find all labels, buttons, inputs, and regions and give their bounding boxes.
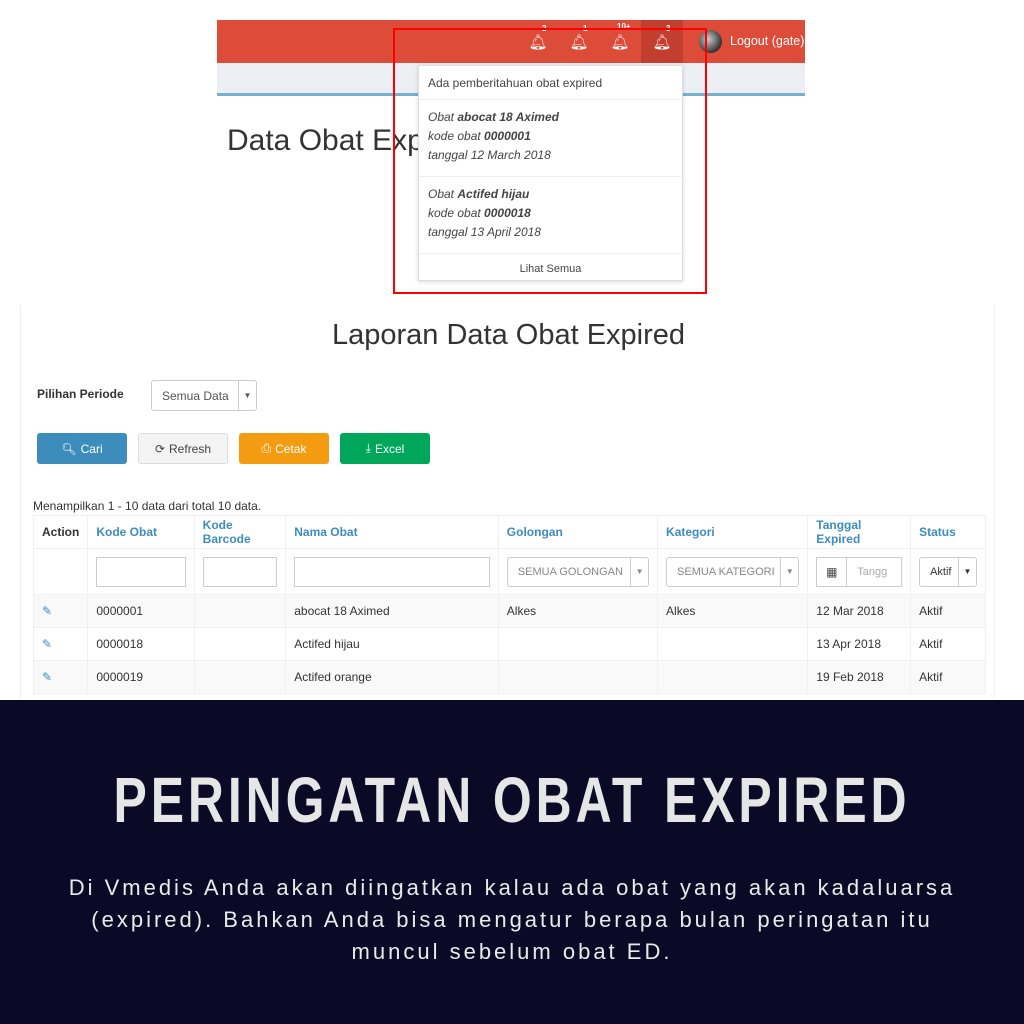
column-header[interactable]: Kategori (657, 515, 809, 549)
expired-table: Action Kode Obat Kode Barcode Nama Obat … (32, 515, 986, 694)
banner-description: Di Vmedis Anda akan diingatkan kalau ada… (68, 875, 956, 964)
kode-barcode-filter[interactable] (202, 556, 278, 587)
table-row: ✎ 0000001 abocat 18 Aximed Alkes Alkes 12 Ma… (32, 594, 986, 628)
tanggal-filter[interactable]: ▦ Tangg (816, 556, 903, 587)
print-button[interactable]: ⎙ Cetak (239, 433, 329, 464)
logout-link[interactable]: Logout (gate) (730, 34, 804, 48)
search-icon: 🔍︎ (61, 441, 77, 456)
summary-text: Menampilkan 1 - 10 data dari total 10 da… (33, 499, 262, 513)
edit-icon[interactable]: ✎ (32, 594, 89, 628)
calendar-icon: ▦ (817, 557, 848, 586)
refresh-button[interactable]: ⟳ Refresh (138, 433, 228, 464)
chevron-down-icon: ▼ (780, 557, 798, 586)
promo-banner: PERINGATAN OBAT EXPIRED Di Vmedis Anda a… (0, 700, 1024, 1024)
report-title: Laporan Data Obat Expired (331, 319, 686, 351)
kategori-filter[interactable]: SEMUA KATEGORI ▼ (666, 556, 800, 587)
column-header: Action (32, 515, 89, 549)
column-header[interactable]: Kode Barcode (193, 515, 287, 549)
highlight-box (393, 28, 707, 294)
excel-button[interactable]: ⤓ Excel (340, 433, 430, 464)
column-header[interactable]: Golongan (497, 515, 659, 549)
table-row: ✎ 0000019 Actifed orange 19 Feb 2018 Aktif (32, 660, 986, 694)
column-header[interactable]: Kode Obat (87, 515, 195, 549)
column-header[interactable]: Tanggal Expired (807, 515, 912, 549)
chevron-down-icon: ▼ (958, 557, 976, 586)
refresh-icon: ⟳ (154, 441, 166, 456)
table-row: ✎ 0000018 Actifed hijau 13 Apr 2018 Aktif (32, 627, 986, 661)
edit-icon[interactable]: ✎ (32, 660, 89, 694)
report-screenshot: Laporan Data Obat Expired Pilihan Period… (20, 305, 995, 698)
search-button[interactable]: 🔍︎ Cari (37, 433, 127, 464)
export-icon: ⤓ (365, 441, 371, 455)
banner-title: PERINGATAN OBAT EXPIRED (113, 764, 911, 836)
periode-select[interactable]: Semua Data ▼ (151, 380, 257, 411)
golongan-filter[interactable]: SEMUA GOLONGAN ▼ (506, 556, 650, 587)
kode-obat-filter[interactable] (96, 556, 186, 587)
chevron-down-icon: ▼ (238, 381, 256, 410)
column-header[interactable]: Status (910, 515, 986, 549)
chevron-down-icon: ▼ (630, 557, 648, 586)
column-header[interactable]: Nama Obat (285, 515, 499, 549)
nama-obat-filter[interactable] (294, 556, 490, 587)
edit-icon[interactable]: ✎ (32, 627, 89, 661)
status-filter[interactable]: Aktif ▼ (919, 556, 977, 587)
print-icon: ⎙ (261, 441, 272, 455)
periode-label: Pilihan Periode (37, 387, 124, 401)
